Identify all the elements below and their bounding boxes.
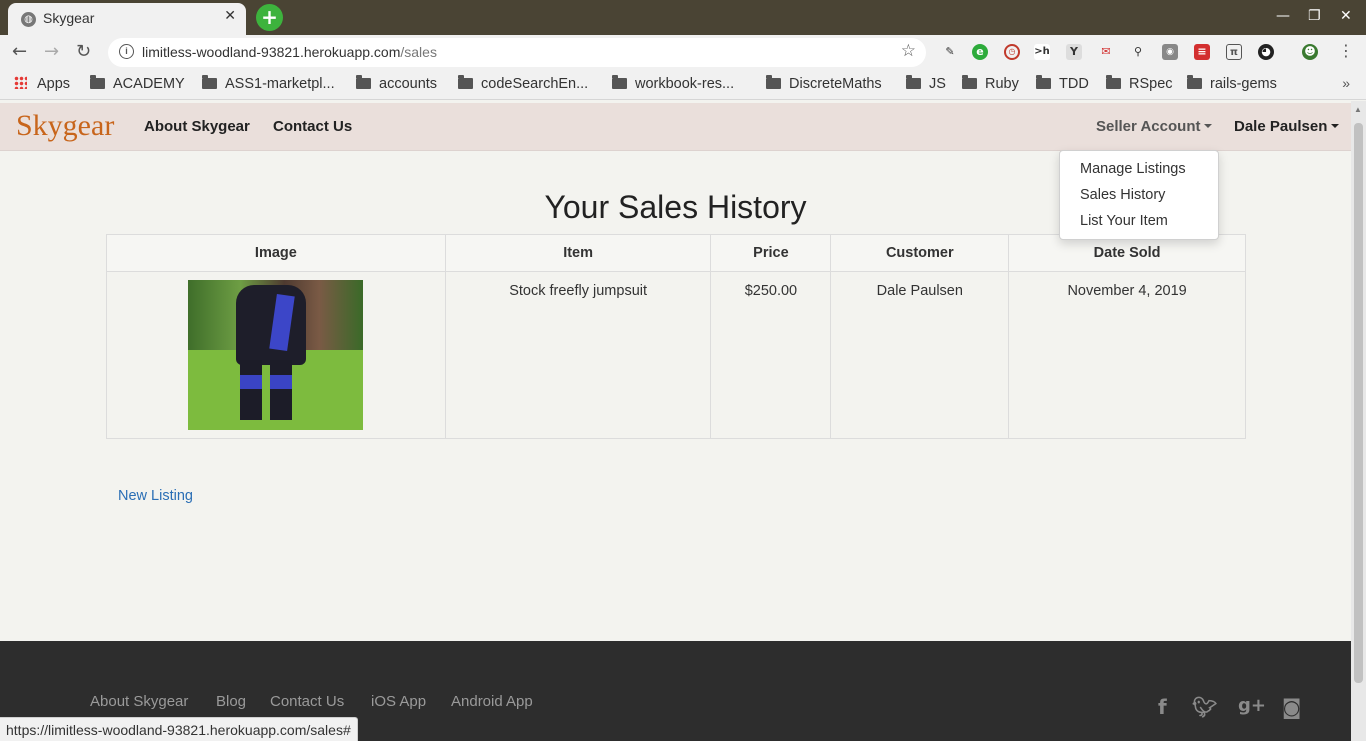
github-icon[interactable]: ◕ (1258, 44, 1274, 60)
site-navbar: Skygear About Skygear Contact Us Seller … (0, 103, 1351, 151)
math-extension-icon[interactable]: π (1226, 44, 1242, 60)
address-bar[interactable]: i limitless-woodland-93821.herokuapp.com… (108, 38, 926, 67)
table-row: Stock freefly jumpsuit $250.00 Dale Paul… (106, 271, 1246, 439)
folder-icon (90, 75, 105, 89)
scrollbar-thumb[interactable] (1354, 123, 1363, 683)
folder-icon (962, 75, 977, 89)
ycombinator-icon[interactable]: Y (1066, 44, 1082, 60)
bookmark-folder[interactable]: accounts (356, 75, 437, 92)
folder-icon (1036, 75, 1051, 89)
tab-title: Skygear (43, 10, 95, 26)
column-header-date-sold: Date Sold (1008, 234, 1246, 272)
browser-tab[interactable]: ◍ Skygear ✕ (8, 3, 246, 35)
footer-link-contact[interactable]: Contact Us (270, 693, 344, 710)
item-cell: Stock freefly jumpsuit (444, 271, 712, 439)
folder-icon (202, 75, 217, 89)
todoist-icon[interactable]: ≡ (1194, 44, 1210, 60)
bookmark-folder[interactable]: workbook-res... (612, 75, 734, 92)
price-cell: $250.00 (710, 271, 832, 439)
terminal-extension-icon[interactable]: >h (1034, 44, 1050, 60)
pen-extension-icon[interactable]: ✎ (942, 44, 958, 60)
user-menu-dropdown[interactable]: Dale Paulsen (1234, 118, 1340, 135)
footer-link-about[interactable]: About Skygear (90, 693, 188, 710)
folder-icon (1187, 75, 1202, 89)
bookmark-folder[interactable]: DiscreteMaths (766, 75, 882, 92)
bookmark-apps[interactable]: Apps (14, 76, 70, 92)
clock-extension-icon[interactable]: ◷ (1004, 44, 1020, 60)
page-viewport: Skygear About Skygear Contact Us Seller … (0, 101, 1351, 741)
jumpsuit-photo (188, 280, 364, 430)
facebook-icon[interactable]: f (1158, 695, 1167, 719)
link-status-bar: https://limitless-woodland-93821.herokua… (0, 717, 358, 741)
menu-kebab-icon[interactable]: ⋮ (1338, 41, 1354, 60)
scroll-up-icon[interactable]: ▲ (1354, 105, 1362, 114)
bookmark-folder[interactable]: JS (906, 75, 946, 92)
search-extension-icon[interactable]: ⚲ (1130, 44, 1146, 60)
column-header-item: Item (444, 234, 712, 272)
menu-item-manage-listings[interactable]: Manage Listings (1080, 161, 1186, 177)
column-header-image: Image (106, 234, 446, 272)
browser-titlebar: ◍ Skygear ✕ + — ❐ ✕ (0, 0, 1366, 35)
bookmarks-bar: Apps ACADEMY ASS1-marketpl... accounts c… (0, 70, 1366, 100)
nav-contact[interactable]: Contact Us (273, 118, 352, 135)
sales-table: Image Item Price Customer Date Sold Stoc… (106, 234, 1246, 439)
bookmark-folder[interactable]: Ruby (962, 75, 1019, 92)
menu-item-sales-history[interactable]: Sales History (1080, 187, 1165, 203)
footer-link-blog[interactable]: Blog (216, 693, 246, 710)
bookmark-folder[interactable]: rails-gems (1187, 75, 1277, 92)
brand-logo[interactable]: Skygear (16, 109, 114, 143)
reload-icon[interactable]: ↻ (76, 41, 91, 62)
bookmarks-overflow-icon[interactable]: » (1342, 75, 1350, 91)
nav-about[interactable]: About Skygear (144, 118, 250, 135)
customer-cell: Dale Paulsen (830, 271, 1010, 439)
folder-icon (612, 75, 627, 89)
instagram-icon[interactable]: ◙ (1282, 695, 1301, 719)
gmail-icon[interactable]: ✉ (1098, 44, 1114, 60)
footer-link-android[interactable]: Android App (451, 693, 533, 710)
bookmark-folder[interactable]: ASS1-marketpl... (202, 75, 335, 92)
column-header-price: Price (710, 234, 832, 272)
footer-link-ios[interactable]: iOS App (371, 693, 426, 710)
caret-down-icon (1331, 124, 1340, 128)
bookmark-star-icon[interactable]: ☆ (901, 41, 916, 61)
image-cell (106, 271, 446, 439)
bookmark-folder[interactable]: codeSearchEn... (458, 75, 588, 92)
close-tab-icon[interactable]: ✕ (224, 8, 236, 24)
twitter-icon[interactable]: 🐦︎ (1192, 695, 1217, 719)
page-scrollbar[interactable]: ▲ (1351, 101, 1366, 741)
caret-down-icon (1204, 124, 1213, 128)
forward-icon[interactable]: → (44, 41, 59, 62)
profile-avatar-icon[interactable]: ☻ (1302, 44, 1318, 60)
camera-extension-icon[interactable]: ◉ (1162, 44, 1178, 60)
bookmark-folder[interactable]: TDD (1036, 75, 1089, 92)
bookmark-folder[interactable]: RSpec (1106, 75, 1173, 92)
date-sold-cell: November 4, 2019 (1008, 271, 1246, 439)
back-icon[interactable]: ← (12, 41, 27, 62)
folder-icon (766, 75, 781, 89)
google-plus-icon[interactable]: g+ (1238, 695, 1266, 716)
folder-icon (906, 75, 921, 89)
site-info-icon[interactable]: i (119, 44, 134, 59)
maximize-icon[interactable]: ❐ (1308, 8, 1321, 24)
table-header-row: Image Item Price Customer Date Sold (106, 234, 1246, 272)
globe-icon: ◍ (21, 12, 36, 27)
folder-icon (458, 75, 473, 89)
seller-account-dropdown[interactable]: Seller Account (1096, 118, 1213, 135)
close-window-icon[interactable]: ✕ (1340, 8, 1352, 24)
new-tab-button[interactable]: + (256, 4, 283, 31)
column-header-customer: Customer (830, 234, 1010, 272)
folder-icon (1106, 75, 1121, 89)
browser-toolbar: ← → ↻ i limitless-woodland-93821.herokua… (0, 35, 1366, 70)
bookmark-folder[interactable]: ACADEMY (90, 75, 185, 92)
minimize-icon[interactable]: — (1276, 8, 1290, 24)
url-text: limitless-woodland-93821.herokuapp.com/s… (142, 44, 437, 60)
new-listing-link[interactable]: New Listing (118, 488, 193, 504)
evernote-icon[interactable]: e (972, 44, 988, 60)
seller-account-menu: Manage Listings Sales History List Your … (1059, 150, 1219, 240)
menu-item-list-your-item[interactable]: List Your Item (1080, 213, 1168, 229)
apps-grid-icon (14, 76, 27, 89)
folder-icon (356, 75, 371, 89)
